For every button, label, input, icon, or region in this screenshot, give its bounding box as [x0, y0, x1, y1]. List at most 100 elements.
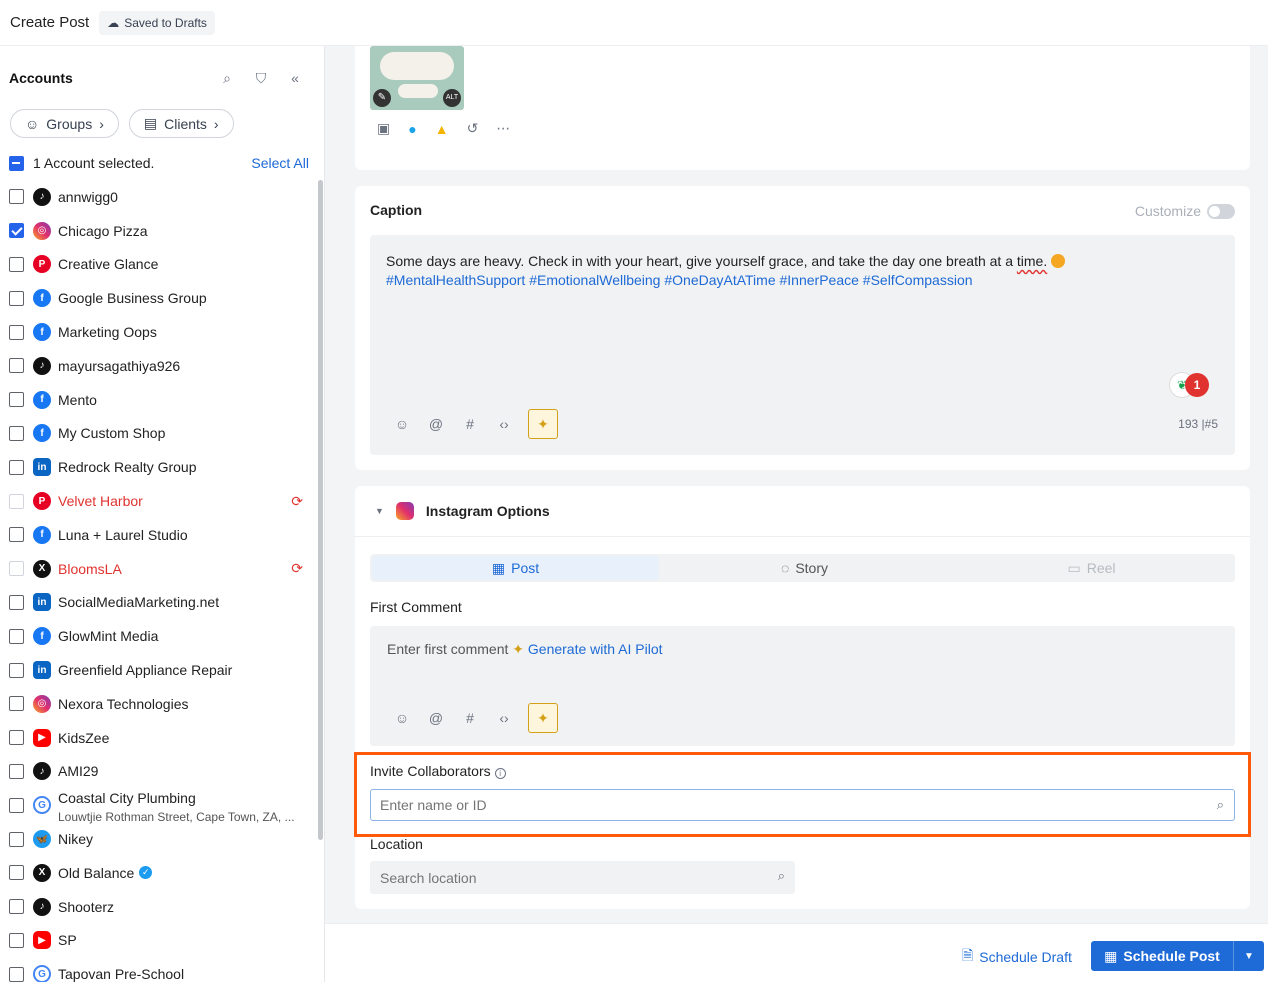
history-icon[interactable]: ↺: [467, 120, 479, 137]
highlight-box: [354, 752, 1251, 837]
account-checkbox[interactable]: [9, 392, 24, 408]
account-checkbox[interactable]: [9, 628, 24, 644]
collapse-caret-icon[interactable]: ▼: [375, 506, 384, 516]
account-checkbox[interactable]: [9, 797, 24, 813]
ai-sparkle-button[interactable]: ✦: [528, 409, 558, 439]
instagram-options-header[interactable]: ▼ Instagram Options: [355, 486, 1250, 537]
account-row[interactable]: f Google Business Group: [9, 281, 309, 315]
groups-chip[interactable]: ☺ Groups ›: [10, 109, 119, 138]
account-row[interactable]: ♪ mayursagathiya926: [9, 349, 309, 383]
account-row[interactable]: ♪ annwigg0: [9, 180, 309, 214]
search-icon[interactable]: ⌕: [210, 70, 244, 87]
account-checkbox[interactable]: [9, 189, 24, 205]
select-all-link[interactable]: Select All: [251, 155, 309, 171]
account-row[interactable]: P Creative Glance: [9, 248, 309, 282]
account-checkbox[interactable]: [9, 831, 24, 847]
account-checkbox[interactable]: [9, 696, 24, 712]
account-row[interactable]: ♪ AMI29: [9, 755, 309, 789]
pinterest-icon: P: [33, 255, 51, 274]
more-icon[interactable]: ⋯: [496, 120, 510, 137]
filter-icon[interactable]: ⛉: [244, 70, 278, 87]
account-checkbox[interactable]: [9, 527, 24, 543]
schedule-post-label: Schedule Post: [1123, 948, 1220, 964]
account-row[interactable]: X BloomsLA ⟳: [9, 552, 309, 586]
caption-editor[interactable]: Some days are heavy. Check in with your …: [370, 235, 1235, 455]
account-checkbox[interactable]: [9, 561, 24, 577]
account-checkbox[interactable]: [9, 324, 24, 340]
hashtag-icon[interactable]: #: [460, 416, 480, 432]
emoji-icon[interactable]: ☺: [392, 710, 412, 726]
account-row[interactable]: G Coastal City Plumbing Louwtjie Rothman S…: [9, 788, 309, 824]
post-type-tabs: ▦ Post ◌ Story ▭ Reel: [370, 554, 1235, 582]
ai-sparkle-button[interactable]: ✦: [528, 703, 558, 733]
google-drive-icon[interactable]: ▲: [435, 121, 449, 137]
account-row[interactable]: ♪ Shooterz: [9, 890, 309, 924]
emoji-icon[interactable]: ☺: [392, 416, 412, 432]
canva-icon[interactable]: ●: [408, 121, 416, 137]
sidebar-scrollbar[interactable]: [318, 180, 323, 840]
account-row[interactable]: f Mento: [9, 383, 309, 417]
tab-post-label: Post: [511, 560, 540, 576]
tiktok-icon: ♪: [33, 897, 51, 916]
code-icon[interactable]: ‹›: [494, 416, 514, 432]
mention-icon[interactable]: @: [426, 416, 446, 432]
account-row[interactable]: in SocialMediaMarketing.net: [9, 586, 309, 620]
account-row[interactable]: in Redrock Realty Group: [9, 450, 309, 484]
collapse-icon[interactable]: «: [278, 70, 312, 86]
reconnect-icon[interactable]: ⟳: [291, 493, 303, 510]
account-row[interactable]: P Velvet Harbor ⟳: [9, 484, 309, 518]
tab-reel[interactable]: ▭ Reel: [948, 554, 1235, 582]
customize-toggle[interactable]: [1207, 203, 1235, 219]
account-row[interactable]: ▶ KidsZee: [9, 721, 309, 755]
account-checkbox[interactable]: [9, 966, 24, 982]
account-checkbox[interactable]: [9, 865, 24, 881]
customize-toggle-group[interactable]: Customize: [1135, 203, 1235, 219]
schedule-draft-button[interactable]: 🗎 Schedule Draft: [962, 945, 1072, 969]
groups-chip-label: Groups: [46, 115, 93, 132]
account-checkbox[interactable]: [9, 493, 24, 509]
account-checkbox[interactable]: [9, 899, 24, 915]
select-all-checkbox[interactable]: [9, 155, 24, 171]
account-row[interactable]: ▶ SP: [9, 924, 309, 958]
account-row[interactable]: f Marketing Oops: [9, 315, 309, 349]
tab-post[interactable]: ▦ Post: [372, 556, 659, 580]
schedule-options-dropdown[interactable]: ▼: [1234, 941, 1264, 971]
location-field[interactable]: ⌕: [370, 861, 795, 894]
account-row[interactable]: f My Custom Shop: [9, 417, 309, 451]
edit-pencil-icon[interactable]: ✎: [373, 89, 391, 107]
schedule-post-button[interactable]: ▦ Schedule Post: [1091, 941, 1234, 971]
account-row[interactable]: X Old Balance ✓: [9, 856, 309, 890]
location-input[interactable]: [370, 861, 750, 894]
account-checkbox[interactable]: [9, 290, 24, 306]
account-row[interactable]: in Greenfield Appliance Repair: [9, 653, 309, 687]
account-checkbox[interactable]: [9, 459, 24, 475]
generate-ai-link[interactable]: Generate with AI Pilot: [528, 641, 663, 657]
media-thumbnail[interactable]: ✎ ALT: [370, 46, 464, 110]
account-row[interactable]: ◎ Nexora Technologies: [9, 687, 309, 721]
account-checkbox[interactable]: [9, 594, 24, 610]
account-checkbox[interactable]: [9, 358, 24, 374]
grammar-check-badge[interactable]: ❦ 1: [1169, 372, 1215, 398]
account-row[interactable]: f Luna + Laurel Studio: [9, 518, 309, 552]
account-checkbox[interactable]: [9, 662, 24, 678]
account-row[interactable]: 🦋 Nikey: [9, 822, 309, 856]
account-row[interactable]: G Tapovan Pre-School: [9, 957, 309, 982]
first-comment-editor[interactable]: Enter first comment ✦ Generate with AI P…: [370, 626, 1235, 746]
account-checkbox[interactable]: [9, 763, 24, 779]
clients-chip[interactable]: ▤ Clients ›: [128, 109, 234, 138]
account-checkbox[interactable]: [9, 256, 24, 272]
reconnect-icon[interactable]: ⟳: [291, 560, 303, 577]
account-row[interactable]: f GlowMint Media: [9, 619, 309, 653]
add-image-icon[interactable]: ▣: [377, 120, 390, 137]
account-checkbox[interactable]: [9, 223, 24, 239]
account-checkbox[interactable]: [9, 932, 24, 948]
account-row[interactable]: ◎ Chicago Pizza: [9, 214, 309, 248]
account-checkbox[interactable]: [9, 730, 24, 746]
tab-story[interactable]: ◌ Story: [661, 554, 948, 582]
schedule-post-button-group: ▦ Schedule Post ▼: [1091, 941, 1264, 971]
code-icon[interactable]: ‹›: [494, 710, 514, 726]
mention-icon[interactable]: @: [426, 710, 446, 726]
alt-text-button[interactable]: ALT: [443, 89, 461, 107]
account-checkbox[interactable]: [9, 425, 24, 441]
hashtag-icon[interactable]: #: [460, 710, 480, 726]
